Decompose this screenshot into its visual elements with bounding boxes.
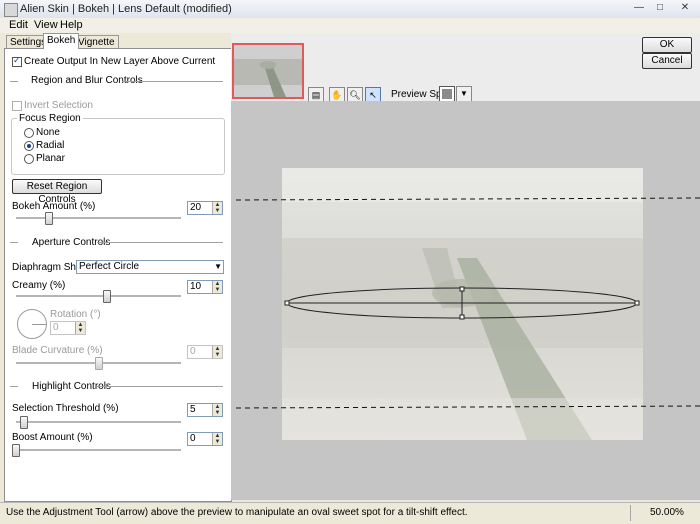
focus-planar-radio[interactable] [24, 154, 34, 164]
invert-selection-label: Invert Selection [24, 100, 93, 111]
boost-amount-slider[interactable] [12, 444, 20, 457]
chevron-down-icon[interactable]: ▼ [456, 86, 472, 102]
spinner-arrows-icon[interactable]: ▲ ▼ [212, 202, 222, 214]
focus-region-label: Focus Region [17, 113, 83, 124]
selection-threshold-slider[interactable] [20, 416, 29, 429]
menu-view[interactable]: View [34, 19, 58, 31]
cancel-button[interactable]: Cancel [642, 53, 692, 69]
bokeh-amount-spinner[interactable]: 20 ▲ ▼ [187, 201, 223, 215]
spinner-arrows-icon[interactable]: ▲ ▼ [212, 404, 222, 416]
rotation-label: Rotation (°) [50, 309, 101, 320]
boost-amount-label: Boost Amount (%) [12, 432, 93, 443]
diaphragm-shape-select[interactable]: Perfect Circle ▼ [76, 260, 224, 274]
focus-planar-label: Planar [36, 153, 65, 164]
bokeh-amount-value: 20 [190, 202, 202, 213]
focus-none-label: None [36, 127, 60, 138]
bokeh-amount-label: Bokeh Amount (%) [12, 201, 96, 212]
chevron-down-icon: ▼ [214, 262, 222, 271]
app-icon [4, 3, 18, 17]
rotation-dial[interactable] [17, 309, 47, 339]
preview-split-dropdown[interactable] [439, 86, 455, 102]
divider [10, 242, 18, 246]
reset-region-controls-button[interactable]: Reset Region Controls [12, 179, 102, 205]
blade-curvature-label: Blade Curvature (%) [12, 345, 103, 356]
rotation-indicator [32, 324, 46, 325]
rotation-spinner[interactable]: 0 ▲ ▼ [50, 321, 86, 335]
focus-none-radio[interactable] [24, 128, 34, 138]
selection-threshold-value: 5 [190, 404, 196, 415]
selection-threshold-label: Selection Threshold (%) [12, 403, 119, 414]
ok-button[interactable]: OK [642, 37, 692, 53]
planar-top-guide[interactable] [235, 197, 700, 201]
bokeh-amount-track [16, 217, 181, 220]
boost-amount-spinner[interactable]: 0 ▲ ▼ [187, 432, 223, 446]
spinner-arrows-icon[interactable]: ▲ ▼ [75, 322, 85, 334]
window-title: Alien Skin | Bokeh | Lens Default (modif… [20, 3, 232, 15]
focus-radial-radio[interactable] [24, 141, 34, 151]
bokeh-amount-slider[interactable] [45, 212, 53, 225]
blade-curvature-slider[interactable] [94, 357, 103, 370]
status-bar: Use the Adjustment Tool (arrow) above th… [0, 502, 700, 524]
blade-curvature-spinner[interactable]: 0 ▲ ▼ [187, 345, 223, 359]
divider [630, 505, 631, 521]
ellipse-handle[interactable] [459, 286, 465, 292]
ellipse-handle[interactable] [459, 314, 465, 320]
ellipse-handle[interactable] [634, 300, 640, 306]
create-output-checkbox[interactable] [12, 55, 22, 67]
invert-selection-checkbox[interactable] [12, 101, 22, 111]
selection-threshold-spinner[interactable]: 5 ▲ ▼ [187, 403, 223, 417]
menu-help[interactable]: Help [60, 19, 83, 31]
planar-bottom-guide[interactable] [235, 405, 700, 409]
divider [97, 386, 223, 390]
create-output-label: Create Output In New Layer Above Current [24, 56, 216, 67]
tab-vignette[interactable]: Vignette [74, 35, 119, 49]
maximize-button[interactable]: □ [651, 1, 669, 15]
creamy-track [16, 295, 181, 298]
creamy-spinner[interactable]: 10 ▲ ▼ [187, 280, 223, 294]
spinner-arrows-icon[interactable]: ▲ ▼ [212, 346, 222, 358]
creamy-label: Creamy (%) [12, 280, 66, 291]
boost-amount-value: 0 [190, 433, 196, 444]
minimize-button[interactable]: — [630, 1, 648, 15]
diaphragm-shape-value: Perfect Circle [79, 261, 140, 272]
zoom-level: 50.00% [650, 507, 684, 518]
divider [10, 386, 18, 390]
creamy-value: 10 [190, 281, 202, 292]
blade-curvature-value: 0 [190, 346, 196, 357]
navigator-image [234, 45, 302, 97]
creamy-slider[interactable] [102, 290, 111, 303]
ellipse-handle[interactable] [284, 300, 290, 306]
menu-bar: Edit View Help [0, 18, 700, 33]
tab-bokeh[interactable]: Bokeh [43, 33, 80, 49]
divider [10, 81, 18, 85]
menu-edit[interactable]: Edit [9, 19, 28, 31]
split-mode-icon [442, 89, 452, 99]
focus-overlay[interactable] [231, 101, 700, 500]
divider [122, 81, 223, 85]
preview-navigator-thumbnail[interactable] [232, 43, 304, 99]
selection-threshold-track [16, 421, 181, 424]
spinner-arrows-icon[interactable]: ▲ ▼ [212, 433, 222, 445]
rotation-value: 0 [53, 322, 59, 333]
divider [97, 242, 223, 246]
close-button[interactable]: ✕ [676, 1, 694, 15]
boost-amount-track [16, 449, 181, 452]
focus-radial-label: Radial [36, 140, 65, 151]
status-message: Use the Adjustment Tool (arrow) above th… [6, 507, 468, 518]
title-bar: Alien Skin | Bokeh | Lens Default (modif… [0, 0, 700, 19]
spinner-arrows-icon[interactable]: ▲ ▼ [212, 281, 222, 293]
